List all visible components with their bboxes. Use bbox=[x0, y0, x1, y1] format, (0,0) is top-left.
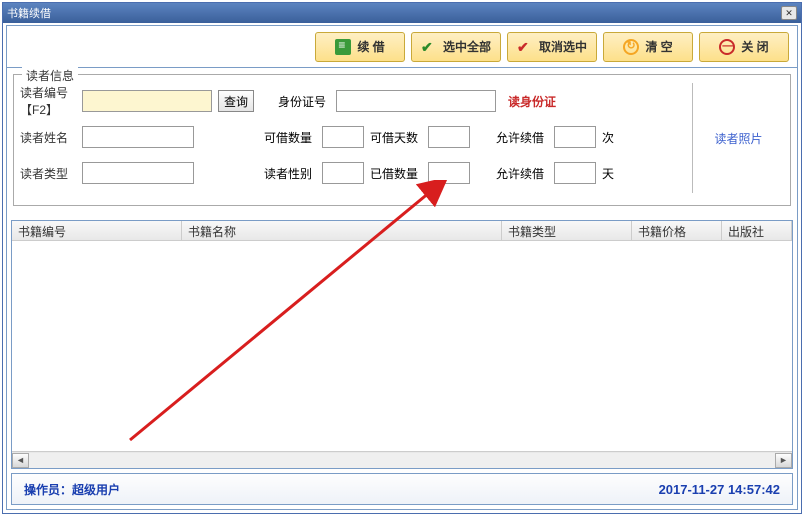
renew-icon bbox=[335, 39, 351, 55]
col-book-name[interactable]: 书籍名称 bbox=[182, 221, 502, 240]
times-suffix: 次 bbox=[602, 129, 622, 146]
borrow-days-input[interactable] bbox=[428, 126, 470, 148]
idcard-input[interactable] bbox=[336, 90, 496, 112]
type-label: 读者类型 bbox=[20, 165, 76, 182]
toolbar: 续 借 选中全部 取消选中 清 空 关 闭 bbox=[7, 26, 797, 68]
refresh-icon bbox=[623, 39, 639, 55]
allow-renew-times-input[interactable] bbox=[554, 126, 596, 148]
borrow-qty-label: 可借数量 bbox=[264, 129, 316, 146]
table-header: 书籍编号 书籍名称 书籍类型 书籍价格 出版社 bbox=[12, 221, 792, 241]
scroll-right-button[interactable]: ► bbox=[775, 453, 792, 468]
check-icon bbox=[421, 39, 437, 55]
allow-renew-days-input[interactable] bbox=[554, 162, 596, 184]
col-book-type[interactable]: 书籍类型 bbox=[502, 221, 632, 240]
gender-input[interactable] bbox=[322, 162, 364, 184]
idcard-label: 身份证号 bbox=[278, 93, 330, 110]
statusbar: 操作员：超级用户 2017-11-27 14:57:42 bbox=[11, 473, 793, 505]
reader-info-fieldset: 读者信息 读者编号【F2】 查询 身份证号 读身份证 读者姓名 bbox=[13, 74, 791, 206]
type-input[interactable] bbox=[82, 162, 194, 184]
reader-id-input[interactable] bbox=[82, 90, 212, 112]
scroll-left-button[interactable]: ◄ bbox=[12, 453, 29, 468]
horizontal-scrollbar[interactable]: ◄ ► bbox=[12, 451, 792, 468]
query-button[interactable]: 查询 bbox=[218, 90, 254, 112]
titlebar: 书籍续借 ✕ bbox=[3, 3, 801, 23]
window-close-button[interactable]: ✕ bbox=[781, 6, 797, 20]
borrow-days-label: 可借天数 bbox=[370, 129, 422, 146]
datetime: 2017-11-27 14:57:42 bbox=[659, 482, 780, 497]
gender-label: 读者性别 bbox=[264, 165, 316, 182]
col-book-price[interactable]: 书籍价格 bbox=[632, 221, 722, 240]
renew-button[interactable]: 续 借 bbox=[315, 32, 405, 62]
clear-button[interactable]: 清 空 bbox=[603, 32, 693, 62]
main-window: 书籍续借 ✕ 续 借 选中全部 取消选中 清 空 关 闭 读者信息 读者编号【F… bbox=[2, 2, 802, 514]
borrowed-qty-label: 已借数量 bbox=[370, 165, 422, 182]
uncheck-icon bbox=[517, 39, 533, 55]
read-idcard-button[interactable]: 读身份证 bbox=[508, 93, 556, 110]
window-title: 书籍续借 bbox=[7, 5, 51, 21]
days-suffix: 天 bbox=[602, 165, 622, 182]
borrowed-qty-input[interactable] bbox=[428, 162, 470, 184]
select-all-button[interactable]: 选中全部 bbox=[411, 32, 501, 62]
col-publisher[interactable]: 出版社 bbox=[722, 221, 792, 240]
reader-photo-area: 读者照片 bbox=[692, 83, 784, 193]
deselect-button[interactable]: 取消选中 bbox=[507, 32, 597, 62]
borrow-qty-input[interactable] bbox=[322, 126, 364, 148]
name-label: 读者姓名 bbox=[20, 129, 76, 146]
close-button[interactable]: 关 闭 bbox=[699, 32, 789, 62]
col-book-id[interactable]: 书籍编号 bbox=[12, 221, 182, 240]
table-body[interactable] bbox=[12, 241, 792, 451]
name-input[interactable] bbox=[82, 126, 194, 148]
operator-info: 操作员：超级用户 bbox=[24, 481, 120, 498]
reader-legend: 读者信息 bbox=[22, 67, 78, 84]
reader-id-label: 读者编号【F2】 bbox=[20, 84, 76, 118]
allow-renew-label: 允许续借 bbox=[496, 129, 548, 146]
books-table: 书籍编号 书籍名称 书籍类型 书籍价格 出版社 ◄ ► bbox=[11, 220, 793, 469]
allow-renew-label2: 允许续借 bbox=[496, 165, 548, 182]
close-icon bbox=[719, 39, 735, 55]
